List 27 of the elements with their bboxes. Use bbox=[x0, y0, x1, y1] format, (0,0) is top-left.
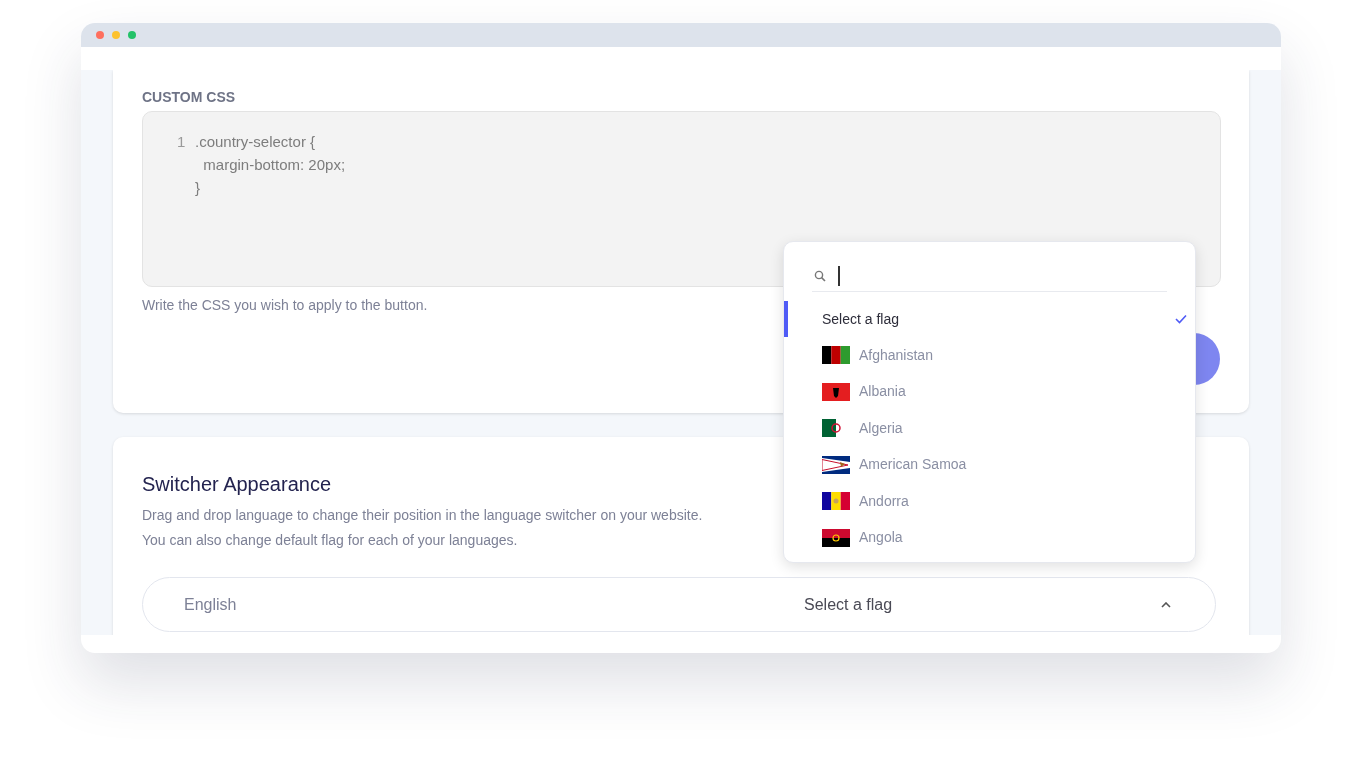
description-text: You can also change default flag for each of your languages. bbox=[142, 531, 518, 550]
section-label: CUSTOM CSS bbox=[142, 88, 237, 107]
code-line: .country-selector { bbox=[195, 132, 316, 153]
code-line: margin-bottom: 20px; bbox=[202, 155, 346, 176]
dropdown-option[interactable]: Albania bbox=[784, 373, 1195, 410]
dropdown-option[interactable]: Algeria bbox=[784, 410, 1195, 447]
flag-icon bbox=[822, 346, 850, 365]
code-editor[interactable]: 1 .country-selector { margin-bottom: 20px; } bbox=[142, 111, 1221, 287]
description-text: Drag and drop language to change their position in the language switcher on your website. bbox=[142, 506, 703, 525]
section-title: Switcher Appearance bbox=[142, 472, 332, 497]
flag-icon bbox=[822, 528, 850, 547]
search-icon bbox=[814, 269, 826, 282]
flag-select[interactable]: Select a flag bbox=[804, 592, 893, 617]
dropdown-option[interactable]: Angola bbox=[784, 519, 1195, 556]
dropdown-option[interactable]: Afghanistan bbox=[784, 337, 1195, 374]
flag-icon bbox=[822, 492, 850, 511]
dropdown-option[interactable]: Select a flag bbox=[784, 301, 1195, 337]
line-number: 1 bbox=[177, 132, 187, 153]
code-line: } bbox=[195, 178, 200, 199]
dropdown-option[interactable]: American Samoa bbox=[784, 446, 1195, 483]
check-icon bbox=[1175, 314, 1187, 324]
help-text: Write the CSS you wish to apply to the button. bbox=[142, 296, 429, 315]
dropdown-option[interactable]: Andorra bbox=[784, 483, 1195, 520]
flag-icon bbox=[822, 455, 850, 474]
flag-icon bbox=[822, 382, 850, 401]
text-cursor-icon bbox=[838, 265, 840, 286]
language-name: English bbox=[184, 594, 238, 615]
